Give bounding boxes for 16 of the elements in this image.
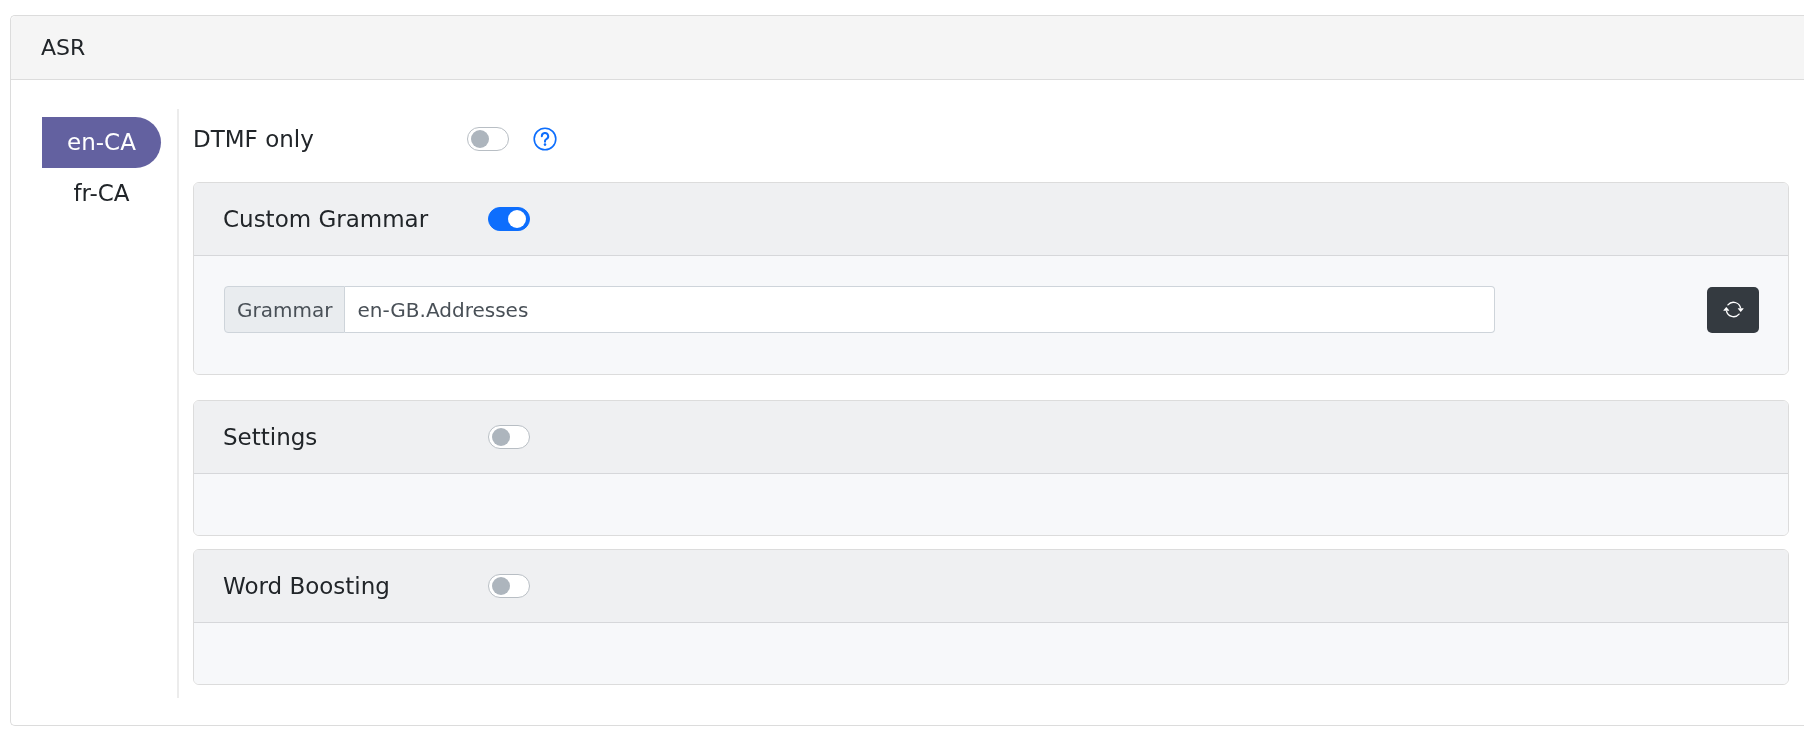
panel-title: Word Boosting bbox=[223, 572, 391, 601]
toggle-switch[interactable] bbox=[488, 425, 530, 449]
grammar-input[interactable]: en-GB.Addresses bbox=[345, 286, 1495, 333]
refresh-icon bbox=[1722, 299, 1744, 320]
toggle-label: DTMF only bbox=[193, 125, 315, 154]
toggle-switch[interactable] bbox=[488, 207, 530, 231]
toggle-switch[interactable] bbox=[467, 127, 509, 151]
language-tab[interactable]: fr-CA bbox=[42, 168, 161, 219]
field-label: Grammar bbox=[224, 286, 346, 333]
language-tab[interactable]: en-CA bbox=[42, 117, 161, 168]
panel-title: Custom Grammar bbox=[223, 205, 430, 234]
card-title: ASR bbox=[41, 33, 86, 62]
help-icon[interactable] bbox=[533, 127, 557, 151]
refresh-button[interactable] bbox=[1707, 286, 1759, 333]
panel-title: Settings bbox=[223, 423, 319, 452]
toggle-switch[interactable] bbox=[488, 574, 530, 598]
